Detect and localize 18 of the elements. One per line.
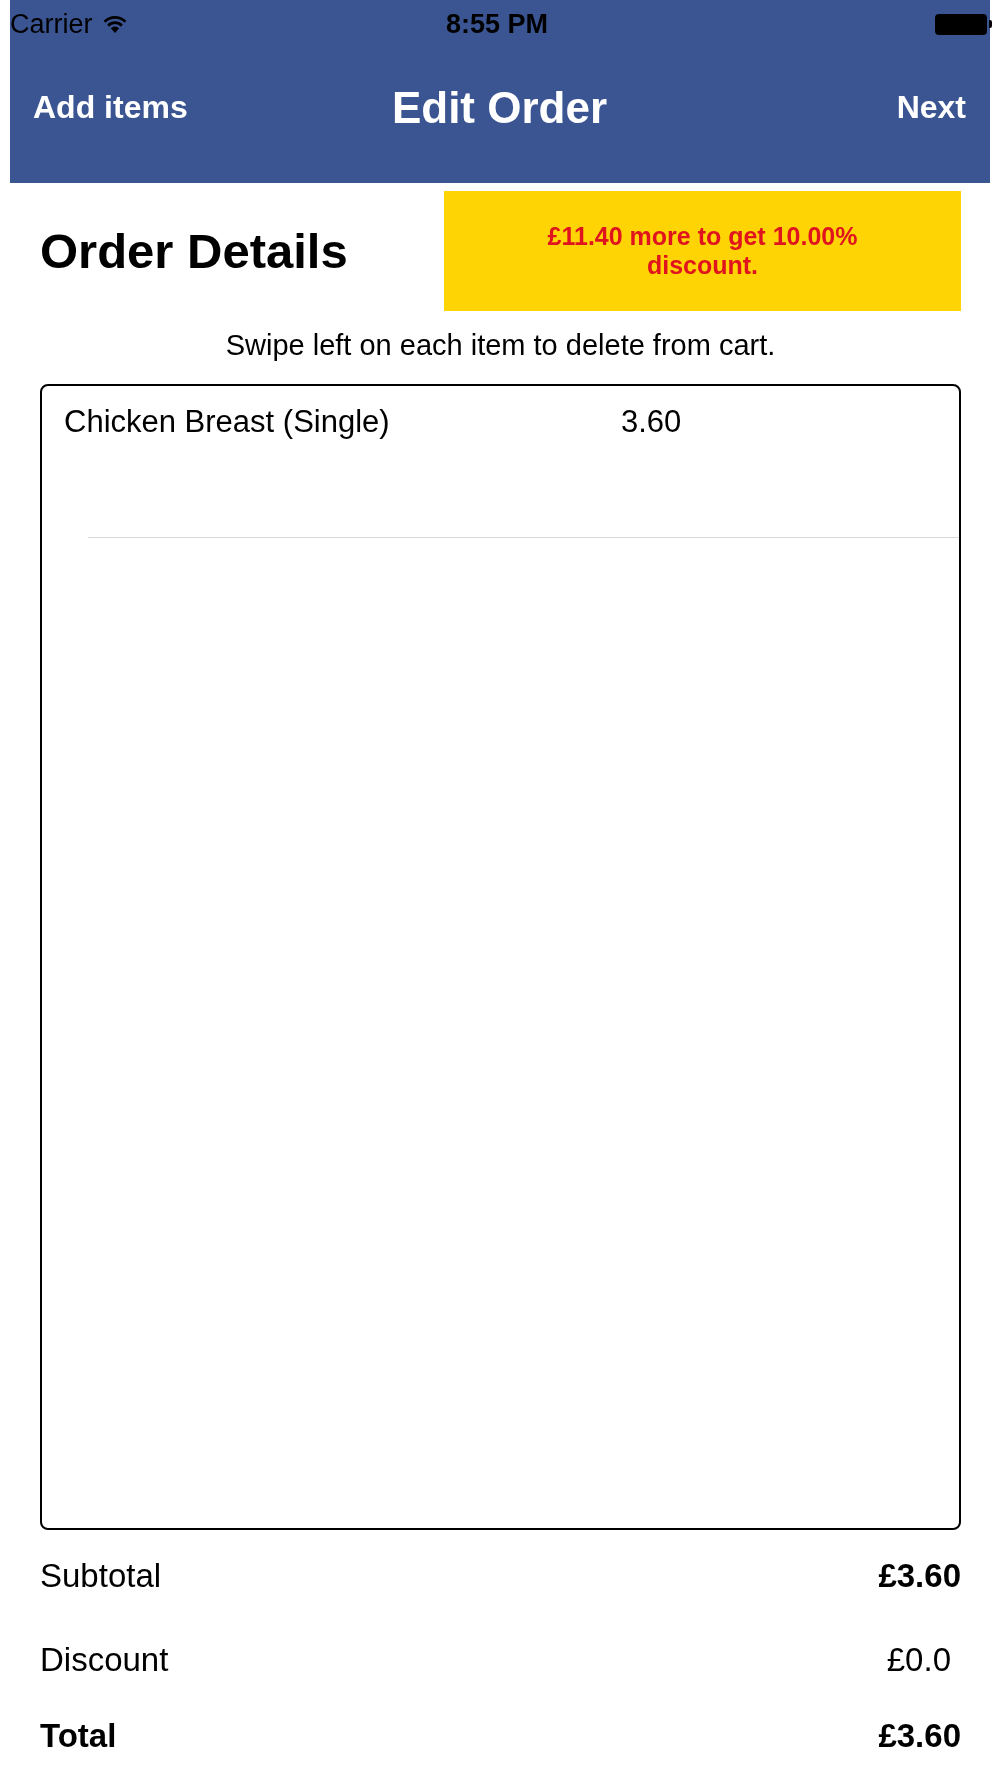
summary-value: £3.60 [878, 1717, 961, 1755]
discount-banner: £11.40 more to get 10.00% discount. [444, 191, 961, 311]
item-price: 3.60 [621, 404, 682, 441]
add-items-button[interactable]: Add items [33, 89, 392, 126]
summary-label: Discount [40, 1641, 169, 1679]
summary-label: Total [40, 1717, 117, 1755]
clock-time: 8:55 PM [446, 8, 549, 40]
summary-label: Subtotal [40, 1557, 162, 1595]
summary-value: £3.60 [878, 1557, 961, 1595]
wifi-icon [102, 15, 127, 33]
battery-icon [935, 13, 992, 35]
instruction-text: Swipe left on each item to delete from cart. [224, 329, 777, 362]
carrier-label: Carrier [10, 8, 93, 40]
section-title: Order Details [40, 223, 348, 279]
screen-title: Edit Order [391, 82, 608, 133]
summary-value: £0.0 [886, 1641, 951, 1679]
item-name: Chicken Breast (Single) [64, 404, 391, 441]
next-button[interactable]: Next [896, 89, 966, 126]
